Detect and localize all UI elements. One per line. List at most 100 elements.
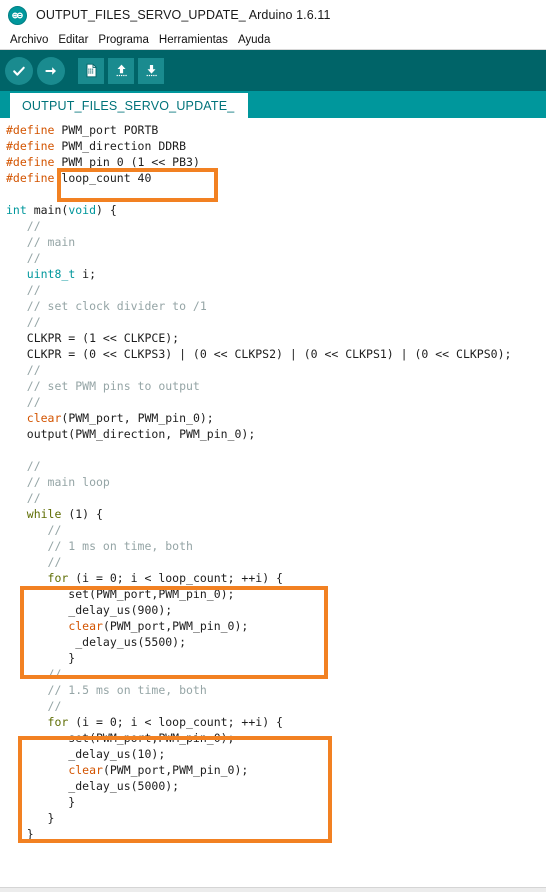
code-token: CLKPR = (1 << CLKPCE); <box>6 331 180 345</box>
code-token: } <box>6 795 76 809</box>
menu-item-programa[interactable]: Programa <box>93 34 154 46</box>
code-token: } <box>6 827 34 841</box>
menu-item-ayuda[interactable]: Ayuda <box>233 34 275 46</box>
code-line: #define loop_count 40 <box>6 170 546 186</box>
code-token: i; <box>75 267 97 281</box>
code-line: } <box>6 794 546 810</box>
code-token: main( <box>26 203 69 217</box>
code-token: loop_count 40 <box>54 171 152 185</box>
code-editor[interactable]: #define PWM_port PORTB #define PWM_direct… <box>0 118 546 891</box>
code-line: // <box>6 522 546 538</box>
code-line: // main loop <box>6 474 546 490</box>
code-line: } <box>6 810 546 826</box>
menu-bar: Archivo Editar Programa Herramientas Ayu… <box>0 30 546 50</box>
code-token: (PWM_port,PWM_pin_0); <box>102 763 249 777</box>
code-token: output(PWM_direction, PWM_pin_0); <box>6 427 256 441</box>
code-token: _delay_us(900); <box>6 603 173 617</box>
code-token: // main loop <box>6 475 110 489</box>
arrow-up-icon <box>113 62 130 79</box>
code-token: // 1 ms on time, both <box>6 539 193 553</box>
code-token: clear <box>68 619 103 633</box>
code-line: while (1) { <box>6 506 546 522</box>
code-token: PWM_port PORTB <box>54 123 159 137</box>
code-token: // set clock divider to /1 <box>6 299 207 313</box>
menu-item-herramientas[interactable]: Herramientas <box>154 34 233 46</box>
code-token: // <box>6 283 41 297</box>
code-token: ) { <box>96 203 117 217</box>
code-line: clear(PWM_port,PWM_pin_0); <box>6 618 546 634</box>
code-line: uint8_t i; <box>6 266 546 282</box>
code-token: // set PWM pins to output <box>6 379 200 393</box>
code-line: // set clock divider to /1 <box>6 298 546 314</box>
code-line: } <box>6 650 546 666</box>
code-line: // main <box>6 234 546 250</box>
code-token: uint8_t <box>26 267 76 281</box>
code-line: // <box>6 458 546 474</box>
code-token: PWM_pin_0 (1 << PB3) <box>54 155 200 169</box>
code-token: (PWM_port, PWM_pin_0); <box>61 411 214 425</box>
code-line: _delay_us(10); <box>6 746 546 762</box>
code-token: #define <box>6 123 55 137</box>
code-line: // <box>6 666 546 682</box>
open-button[interactable] <box>108 57 134 84</box>
verify-button[interactable] <box>5 56 33 85</box>
code-token: // <box>6 523 62 537</box>
menu-item-editar[interactable]: Editar <box>53 34 93 46</box>
code-token: // 1.5 ms on time, both <box>6 683 207 697</box>
code-token: } <box>6 811 55 825</box>
code-token: } <box>6 651 76 665</box>
code-token: CLKPR = (0 << CLKPS3) | (0 << CLKPS2) | … <box>6 347 512 361</box>
arrow-right-icon <box>43 63 59 79</box>
code-line: int main(void) { <box>6 202 546 218</box>
code-line: #define PWM_pin_0 (1 << PB3) <box>6 154 546 170</box>
code-token: // <box>6 251 41 265</box>
code-line: // <box>6 394 546 410</box>
code-line: // <box>6 490 546 506</box>
code-token: _delay_us(10); <box>6 747 166 761</box>
code-token: (i = 0; i < loop_count; ++i) { <box>68 715 283 729</box>
code-line: // <box>6 698 546 714</box>
code-line: // 1.5 ms on time, both <box>6 682 546 698</box>
code-line: _delay_us(5000); <box>6 778 546 794</box>
code-token: (PWM_port,PWM_pin_0); <box>102 619 249 633</box>
code-token: // <box>6 699 62 713</box>
code-token: set(PWM_port,PWM_pin_0); <box>6 587 235 601</box>
code-line: clear(PWM_port, PWM_pin_0); <box>6 410 546 426</box>
code-token: #define <box>6 155 55 169</box>
upload-button[interactable] <box>37 56 65 85</box>
code-line: // set PWM pins to output <box>6 378 546 394</box>
code-token: #define <box>6 171 55 185</box>
code-line: CLKPR = (1 << CLKPCE); <box>6 330 546 346</box>
toolbar <box>0 50 546 91</box>
code-token: PWM_direction DDRB <box>54 139 187 153</box>
code-token: (i = 0; i < loop_count; ++i) { <box>68 571 283 585</box>
code-token: while <box>26 507 62 521</box>
code-token: void <box>68 203 97 217</box>
code-line: _delay_us(900); <box>6 602 546 618</box>
code-token: // <box>6 491 41 505</box>
code-line: // <box>6 554 546 570</box>
code-line: #define PWM_port PORTB <box>6 122 546 138</box>
check-icon <box>11 63 27 79</box>
code-token: // <box>6 219 41 233</box>
code-token: set(PWM_port,PWM_pin_0); <box>6 731 235 745</box>
code-line: _delay_us(5500); <box>6 634 546 650</box>
tab-output-files-servo-update[interactable]: OUTPUT_FILES_SERVO_UPDATE_ <box>10 93 249 118</box>
new-button[interactable] <box>78 57 104 84</box>
save-button[interactable] <box>138 57 164 84</box>
code-text[interactable]: #define PWM_port PORTB #define PWM_direct… <box>0 122 546 842</box>
menu-item-archivo[interactable]: Archivo <box>5 34 53 46</box>
code-token: clear <box>26 411 62 425</box>
code-token: // <box>6 667 62 681</box>
code-line: set(PWM_port,PWM_pin_0); <box>6 586 546 602</box>
code-token: // <box>6 315 41 329</box>
code-token: _delay_us(5500); <box>6 635 187 649</box>
code-token: // <box>6 555 62 569</box>
